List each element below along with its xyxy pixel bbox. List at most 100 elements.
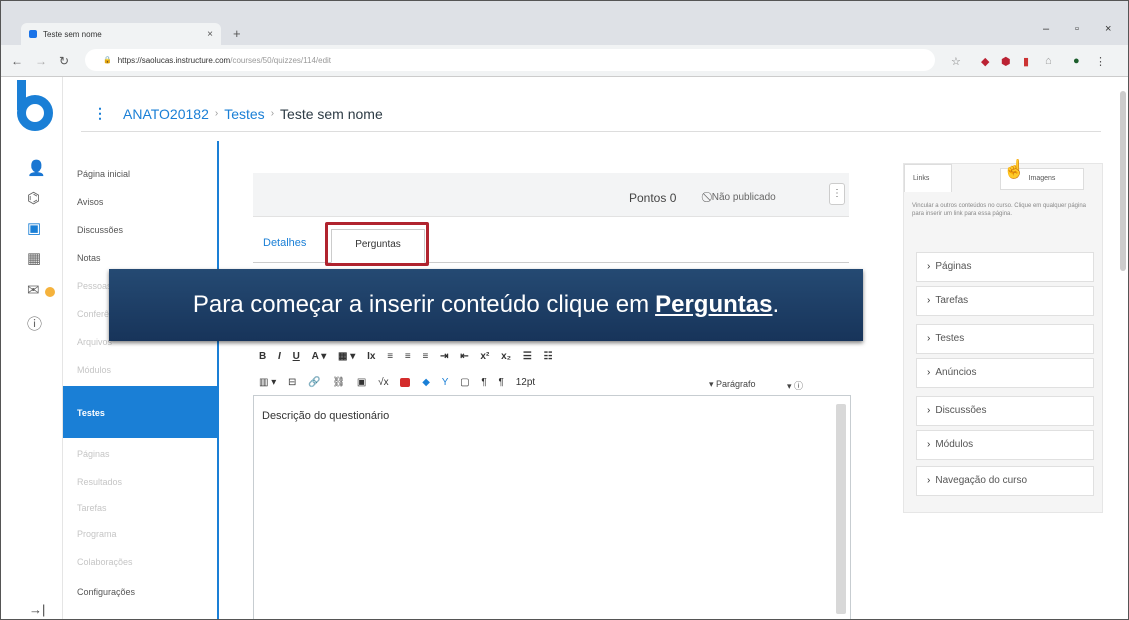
- url-path: /courses/50/quizzes/114/edit: [230, 55, 332, 65]
- courses-icon[interactable]: ▣: [27, 219, 41, 237]
- back-icon[interactable]: ←: [11, 54, 23, 68]
- clear-formatting-button[interactable]: Ix: [367, 351, 375, 362]
- shield-extension-icon[interactable]: ⬢: [1001, 55, 1011, 68]
- reload-icon[interactable]: ↻: [59, 54, 69, 68]
- sidebar-item-modules[interactable]: › Módulos: [916, 430, 1094, 460]
- calendar-icon[interactable]: ▦: [27, 249, 41, 267]
- course-nav-item[interactable]: Resultados: [77, 477, 122, 487]
- drive-icon[interactable]: ◆: [422, 377, 430, 388]
- bold-button[interactable]: B: [259, 351, 266, 362]
- course-nav-item-active[interactable]: Testes: [63, 386, 219, 438]
- points-label: Pontos 0: [629, 191, 677, 205]
- maximize-button[interactable]: ▫: [1075, 23, 1079, 35]
- page-scrollbar[interactable]: [1120, 91, 1126, 271]
- course-menu-toggle-icon[interactable]: ⋮: [93, 105, 107, 122]
- image-icon[interactable]: ▣: [357, 377, 366, 388]
- profile-avatar-icon[interactable]: ●: [1073, 55, 1080, 67]
- browser-tabbar: Teste sem nome × + – ▫ ×: [1, 1, 1128, 45]
- breadcrumb: ⋮ ANATO20182 › Testes › Teste sem nome: [81, 96, 1101, 132]
- text-color-button[interactable]: A ▾: [312, 351, 327, 362]
- browser-tab[interactable]: Teste sem nome ×: [21, 23, 221, 45]
- sidebar-item-quizzes[interactable]: › Testes: [916, 324, 1094, 354]
- sidebar-item-pages[interactable]: › Páginas: [916, 252, 1094, 282]
- align-left-button[interactable]: ≡: [387, 351, 393, 362]
- accessibility-checker-icon[interactable]: ▾ ⓘ: [787, 379, 803, 392]
- course-nav-item[interactable]: Avisos: [77, 197, 103, 207]
- course-nav-item[interactable]: Arquivos: [77, 337, 112, 347]
- paragraph-select[interactable]: ▾ Parágrafo: [709, 379, 756, 390]
- sidebar-description: Vincular a outros conteúdos no curso. Cl…: [912, 203, 1086, 217]
- course-nav-item[interactable]: Tarefas: [77, 503, 107, 513]
- inbox-icon[interactable]: ✉: [27, 281, 40, 299]
- superscript-button[interactable]: x²: [480, 351, 489, 362]
- extension-icon[interactable]: ⌂: [1045, 55, 1052, 67]
- sidebar-item-announcements[interactable]: › Anúncios: [916, 358, 1094, 388]
- align-center-button[interactable]: ≡: [405, 351, 411, 362]
- align-right-button[interactable]: ≡: [422, 351, 428, 362]
- tab-details[interactable]: Detalhes: [259, 237, 310, 257]
- bookmark-star-icon[interactable]: ☆: [951, 55, 961, 68]
- link-icon[interactable]: 🔗: [308, 377, 320, 388]
- description-editor[interactable]: Descrição do questionário: [253, 395, 851, 619]
- course-nav-item[interactable]: Discussões: [77, 225, 123, 235]
- instruction-banner: Para começar a inserir conteúdo clique e…: [109, 269, 863, 341]
- sidebar-item-course-navigation[interactable]: › Navegação do curso: [916, 466, 1094, 496]
- youtube-icon[interactable]: [400, 377, 411, 387]
- dashboard-icon[interactable]: ⌬: [27, 189, 40, 207]
- collapse-nav-icon[interactable]: →|: [29, 602, 45, 617]
- equation-icon[interactable]: √x: [378, 377, 389, 388]
- content-sidebar: Links Imagens Vincular a outros conteúdo…: [903, 163, 1103, 513]
- account-icon[interactable]: 👤: [27, 159, 46, 177]
- ltr-icon[interactable]: ¶: [481, 377, 486, 388]
- forward-icon[interactable]: →: [35, 54, 47, 68]
- sidebar-item-label: Discussões: [935, 405, 987, 416]
- extension-icon[interactable]: ▮: [1023, 55, 1029, 68]
- banner-keyword: Perguntas: [655, 291, 773, 318]
- course-nav-item[interactable]: Programa: [77, 529, 117, 539]
- numbered-list-button[interactable]: ☷: [544, 351, 553, 362]
- url-field[interactable]: 🔒 https://saolucas.instructure.com /cour…: [85, 49, 935, 71]
- sidebar-item-assignments[interactable]: › Tarefas: [916, 286, 1094, 316]
- tool-icon[interactable]: Y: [442, 377, 449, 388]
- course-nav-item[interactable]: Colaborações: [77, 557, 133, 567]
- breadcrumb-course[interactable]: ANATO20182: [123, 106, 209, 122]
- background-color-button[interactable]: ▦ ▾: [338, 351, 355, 362]
- rtl-icon[interactable]: ¶: [499, 377, 504, 388]
- extension-icon[interactable]: ◆: [981, 55, 989, 68]
- course-nav-item[interactable]: Página inicial: [77, 169, 130, 179]
- subscript-button[interactable]: x₂: [501, 351, 511, 362]
- global-nav: 👤 ⌬ ▣ ▦ ✉ ⓘ →|: [1, 77, 63, 619]
- chevron-right-icon: ›: [927, 261, 931, 272]
- outdent-button[interactable]: ⇤: [460, 351, 468, 362]
- minimize-button[interactable]: –: [1043, 23, 1049, 35]
- tab-links[interactable]: Links: [904, 164, 952, 192]
- quiz-options-button[interactable]: ⋮: [829, 183, 845, 205]
- bullet-list-button[interactable]: ☰: [523, 351, 532, 362]
- close-window-button[interactable]: ×: [1105, 23, 1111, 35]
- font-size-select[interactable]: 12pt: [516, 377, 535, 388]
- table-button[interactable]: ▥ ▾: [259, 377, 276, 388]
- embed-icon[interactable]: ▢: [460, 377, 469, 388]
- screen: Teste sem nome × + – ▫ × ← → ↻ 🔒 https:/…: [0, 0, 1129, 620]
- underline-button[interactable]: U: [293, 351, 300, 362]
- help-icon[interactable]: ⓘ: [27, 313, 42, 334]
- browser-menu-icon[interactable]: ⋮: [1095, 55, 1106, 68]
- tab-close-icon[interactable]: ×: [207, 29, 213, 40]
- unlink-icon[interactable]: ⛓: [332, 377, 345, 388]
- course-nav-item[interactable]: Pessoas: [77, 281, 112, 291]
- editor-scrollbar[interactable]: [836, 404, 846, 614]
- course-nav: Página inicial Avisos Discussões Notas P…: [63, 141, 219, 619]
- course-nav-item[interactable]: Módulos: [77, 365, 111, 375]
- sidebar-item-discussions[interactable]: › Discussões: [916, 396, 1094, 426]
- breadcrumb-section[interactable]: Testes: [224, 106, 264, 122]
- indent-button[interactable]: ⇥: [440, 351, 448, 362]
- new-tab-button[interactable]: +: [233, 26, 241, 41]
- course-nav-item[interactable]: Notas: [77, 253, 101, 263]
- course-nav-item[interactable]: Configurações: [77, 587, 135, 597]
- media-button[interactable]: ⊟: [288, 377, 296, 388]
- italic-button[interactable]: I: [278, 351, 281, 362]
- unpublished-status: ⃠ Não publicado: [709, 192, 776, 203]
- app-logo-icon[interactable]: [17, 80, 53, 131]
- url-host: https://saolucas.instructure.com: [117, 55, 231, 65]
- course-nav-item[interactable]: Páginas: [77, 449, 110, 459]
